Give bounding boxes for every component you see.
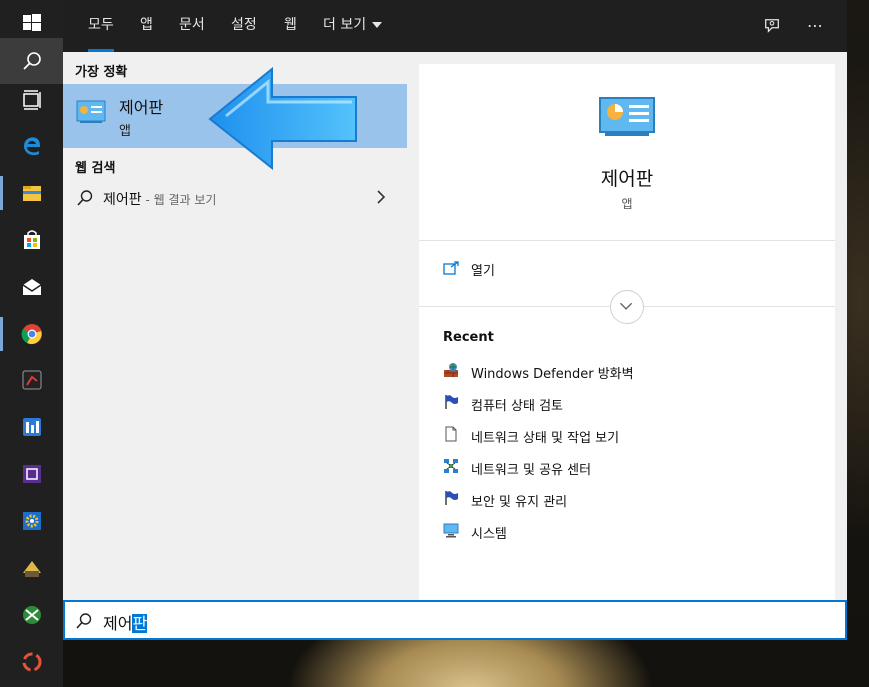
search-icon xyxy=(22,52,41,70)
document-icon xyxy=(445,426,457,442)
taskbar-settings[interactable] xyxy=(0,498,63,544)
taskbar-app[interactable] xyxy=(0,404,63,450)
recent-label: 시스템 xyxy=(471,527,507,542)
edge-icon xyxy=(23,137,40,156)
taskbar xyxy=(0,0,63,687)
app-icon xyxy=(22,465,41,483)
search-text-selection: 판 xyxy=(132,614,148,633)
result-name: 제어판 xyxy=(119,98,164,117)
recent-label: 컴퓨터 상태 검토 xyxy=(471,399,563,414)
chevron-down-icon xyxy=(619,302,633,310)
system-icon xyxy=(443,523,459,538)
settings-icon xyxy=(22,512,41,530)
caret-down-icon xyxy=(372,22,383,28)
more-options-icon: ⋯ xyxy=(807,16,823,35)
more-options-button[interactable]: ⋯ xyxy=(803,14,827,38)
detail-title: 제어판 xyxy=(600,168,654,190)
file-explorer-icon xyxy=(22,186,41,201)
tab-label: 설정 xyxy=(231,17,257,33)
control-panel-icon xyxy=(599,97,655,136)
taskbar-app[interactable] xyxy=(0,357,63,403)
tab-more[interactable]: 더 보기 xyxy=(323,0,383,52)
recent-label: 네트워크 및 공유 센터 xyxy=(471,463,592,478)
open-icon xyxy=(443,261,459,275)
search-icon xyxy=(76,613,92,629)
mail-icon xyxy=(22,279,41,295)
flag-icon xyxy=(445,395,458,409)
open-label: 열기 xyxy=(471,264,495,279)
search-text: 제어 xyxy=(103,614,133,633)
recent-label: 네트워크 상태 및 작업 보기 xyxy=(471,431,620,446)
tab-label: 더 보기 xyxy=(323,17,367,33)
flag-icon xyxy=(445,491,458,505)
app-icon xyxy=(22,370,41,390)
windows-start-icon xyxy=(22,14,41,31)
tab-web[interactable]: 웹 xyxy=(284,0,297,52)
web-query: 제어판 - 웹 결과 보기 xyxy=(103,189,216,209)
search-input[interactable]: 제어판 xyxy=(103,610,148,634)
tab-documents[interactable]: 문서 xyxy=(179,0,205,52)
tab-apps[interactable]: 앱 xyxy=(140,0,153,52)
network-icon xyxy=(444,459,458,473)
app-icon xyxy=(22,418,41,436)
taskbar-app[interactable] xyxy=(0,592,63,638)
web-search-header: 웹 검색 xyxy=(75,161,116,176)
chevron-right-icon xyxy=(377,190,386,204)
app-icon xyxy=(22,652,41,672)
web-query-text: 제어판 xyxy=(103,192,142,208)
taskbar-mail[interactable] xyxy=(0,264,63,310)
app-icon xyxy=(22,561,41,577)
store-icon xyxy=(23,230,40,249)
search-box[interactable]: 제어판 xyxy=(63,600,847,640)
filter-tab-bar: 모두 앱 문서 설정 웹 더 보기 ⋯ xyxy=(63,0,847,52)
control-panel-icon xyxy=(76,100,106,123)
firewall-icon xyxy=(444,363,458,377)
chrome-icon xyxy=(21,324,42,345)
result-detail-pane: 제어판 앱 열기 Recent Windows Defender 방화벽 컴퓨터… xyxy=(419,64,835,600)
recent-header: Recent xyxy=(443,330,494,345)
taskbar-edge[interactable] xyxy=(0,123,63,169)
feedback-button[interactable] xyxy=(760,14,784,38)
search-panel: 모두 앱 문서 설정 웹 더 보기 ⋯ 가장 정확 제어판 앱 웹 검색 제어판… xyxy=(63,0,847,640)
feedback-icon xyxy=(765,19,779,33)
expand-button[interactable] xyxy=(610,290,644,324)
web-query-suffix: - 웹 결과 보기 xyxy=(141,193,217,207)
task-view-icon xyxy=(22,90,41,110)
taskbar-chrome[interactable] xyxy=(0,311,63,357)
taskbar-file-explorer[interactable] xyxy=(0,170,63,216)
result-type: 앱 xyxy=(119,124,131,139)
tab-label: 앱 xyxy=(140,17,153,33)
tab-label: 모두 xyxy=(88,17,114,33)
recent-label: 보안 및 유지 관리 xyxy=(471,495,568,510)
web-search-result[interactable]: 제어판 - 웹 결과 보기 xyxy=(63,180,407,216)
tab-settings[interactable]: 설정 xyxy=(231,0,257,52)
divider xyxy=(419,240,835,241)
tab-all[interactable]: 모두 xyxy=(88,0,114,52)
detail-type: 앱 xyxy=(621,197,633,211)
recent-label: Windows Defender 방화벽 xyxy=(471,367,634,382)
search-icon xyxy=(77,190,93,206)
taskbar-store[interactable] xyxy=(0,217,63,263)
tab-label: 문서 xyxy=(179,17,205,33)
taskbar-app[interactable] xyxy=(0,639,63,685)
task-view-button[interactable] xyxy=(0,77,63,123)
app-icon xyxy=(22,606,41,624)
best-match-header: 가장 정확 xyxy=(75,65,128,80)
taskbar-app[interactable] xyxy=(0,451,63,497)
taskbar-app[interactable] xyxy=(0,545,63,591)
pointer-arrow-annotation xyxy=(208,66,357,171)
tab-label: 웹 xyxy=(284,17,297,33)
